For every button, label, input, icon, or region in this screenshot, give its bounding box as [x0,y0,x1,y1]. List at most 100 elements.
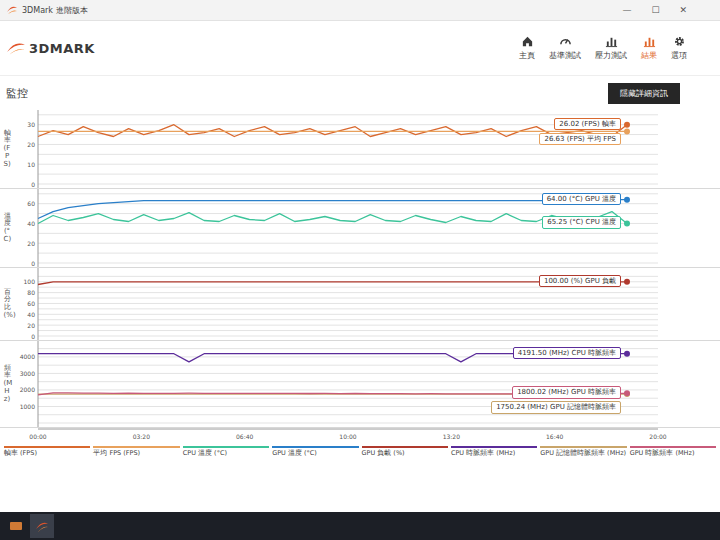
chart-panel: 幀率 (FPS)302010026.02 (FPS) 幀率26.63 (FPS)… [0,110,720,189]
legend-color-bar [540,446,626,448]
legend-item[interactable]: 幀率 (FPS) [4,446,90,458]
legend-label: 幀率 (FPS) [4,450,90,458]
x-tick-label: 00:00 [29,433,46,440]
y-tick-label: 4000 [20,353,35,360]
series-end-marker [624,128,630,134]
grid-line [38,314,658,315]
grid-line [38,263,658,264]
legend-label: GPU 時脈頻率 (MHz) [630,450,716,458]
plot-wrapper: 302010026.02 (FPS) 幀率26.63 (FPS) 平均 FPS [14,110,704,188]
y-tick-label: 60 [27,300,35,307]
taskbar-button[interactable] [30,514,54,538]
series-line [38,131,627,132]
legend-item[interactable]: GPU 溫度 (°C) [272,446,358,458]
series-end-marker [624,122,630,128]
x-tick-label: 13:20 [443,433,460,440]
section-title: 監控 [6,86,28,101]
grid-line [38,233,658,234]
y-tick-label: 10 [27,161,35,168]
legend-color-bar [183,446,269,448]
grid-line [38,325,658,326]
axis-title-column: 百分比 (%) [0,268,14,340]
nav-label: 壓力測試 [595,50,627,61]
legend-item[interactable]: GPU 記憶體時脈頻率 (MHz) [540,446,626,458]
y-tick-label: 0 [31,260,35,267]
gear-icon [673,35,686,48]
section-header: 監控 隱藏詳細資訊 [0,76,720,110]
x-tick-label: 03:20 [133,433,150,440]
chart-panel: 溫度 (°C)604020064.00 (°C) GPU 溫度65.25 (°C… [0,189,720,268]
legend-item[interactable]: CPU 時脈頻率 (MHz) [451,446,537,458]
legend-color-bar [93,446,179,448]
x-tick-label: 20:00 [649,433,666,440]
series-end-marker [624,279,630,285]
3dmark-taskbar-icon [35,519,49,533]
y-axis-line [38,268,39,340]
x-axis: 00:0003:2006:4010:0013:2016:4020:00 [0,428,720,442]
y-tick-label: 20 [27,322,35,329]
axis-title: 溫度 (°C) [4,213,11,244]
y-tick-label: 40 [27,311,35,318]
series-reading: 1750.24 (MHz) GPU 記憶體時脈頻率 [491,401,621,413]
y-tick-label: 2000 [20,386,35,393]
grid-line [38,184,658,185]
grid-line [38,298,658,299]
grid-line [38,373,658,374]
axis-title-column: 幀率 (FPS) [0,110,14,188]
axis-title: 百分比 (%) [4,289,11,320]
legend-item[interactable]: GPU 負載 (%) [362,446,448,458]
y-tick-label: 20 [27,141,35,148]
plot-wrapper: 100806040200100.00 (%) GPU 負載 [14,268,704,340]
series-reading: 26.02 (FPS) 幀率 [554,118,621,130]
legend-item[interactable]: GPU 時脈頻率 (MHz) [630,446,716,458]
nav-item[interactable]: 選項 [668,33,690,63]
grid-line [38,292,658,293]
app-icon [6,4,18,16]
nav-item[interactable]: 基準測試 [546,33,584,63]
window-control-button[interactable]: ☐ [648,3,662,17]
y-tick-label: 0 [31,181,35,188]
hide-details-button[interactable]: 隱藏詳細資訊 [608,83,680,104]
grid-line [38,154,658,155]
app-window: 3DMark 進階版本—☐✕3DMARK主頁基準測試壓力測試結果選項監控隱藏詳細… [0,0,720,512]
grid-line [38,164,658,165]
bar-chart-icon [643,35,656,48]
plot-wrapper: 40003000200010004191.50 (MHz) CPU 時脈頻率18… [14,341,704,427]
title-bar: 3DMark 進階版本 — ☐ ✕ [0,0,720,21]
legend-color-bar [362,446,448,448]
window-control-button[interactable]: — [619,3,634,17]
series-line [38,200,627,219]
series-end-marker [624,351,630,357]
legend-item[interactable]: CPU 溫度 (°C) [183,446,269,458]
y-tick-label: 30 [27,121,35,128]
y-tick-label: 20 [27,240,35,247]
grid-line [38,414,658,415]
nav-item[interactable]: 壓力測試 [592,33,630,63]
x-tick-label: 16:40 [546,433,563,440]
nav-label: 結果 [641,50,657,61]
legend-label: CPU 時脈頻率 (MHz) [451,450,537,458]
grid-line [38,303,658,304]
window-title: 3DMark 進階版本 [22,5,88,16]
series-line [38,212,627,224]
grid-line [38,114,658,115]
window-body-fill [0,458,720,512]
y-tick-label: 0 [31,333,35,340]
y-tick-label: 1000 [20,403,35,410]
y-tick-label: 40 [27,220,35,227]
legend-item[interactable]: 平均 FPS (FPS) [93,446,179,458]
grid-line [38,174,658,175]
window-control-button[interactable]: ✕ [676,3,690,17]
axis-title-column: 頻率 (MHz) [0,341,14,427]
nav-item[interactable]: 結果 [638,33,660,63]
nav-item[interactable]: 主頁 [516,33,538,63]
taskbar-button[interactable] [4,514,28,538]
x-tick-label: 06:40 [236,433,253,440]
series-end-marker [624,391,630,397]
y-tick-label: 60 [27,200,35,207]
nav-bar: 主頁基準測試壓力測試 結果選項 [516,33,710,63]
window-controls: — ☐ ✕ [619,3,714,17]
grid-line [38,336,658,337]
gauge-icon [559,35,572,48]
y-tick-label: 100 [24,278,36,285]
